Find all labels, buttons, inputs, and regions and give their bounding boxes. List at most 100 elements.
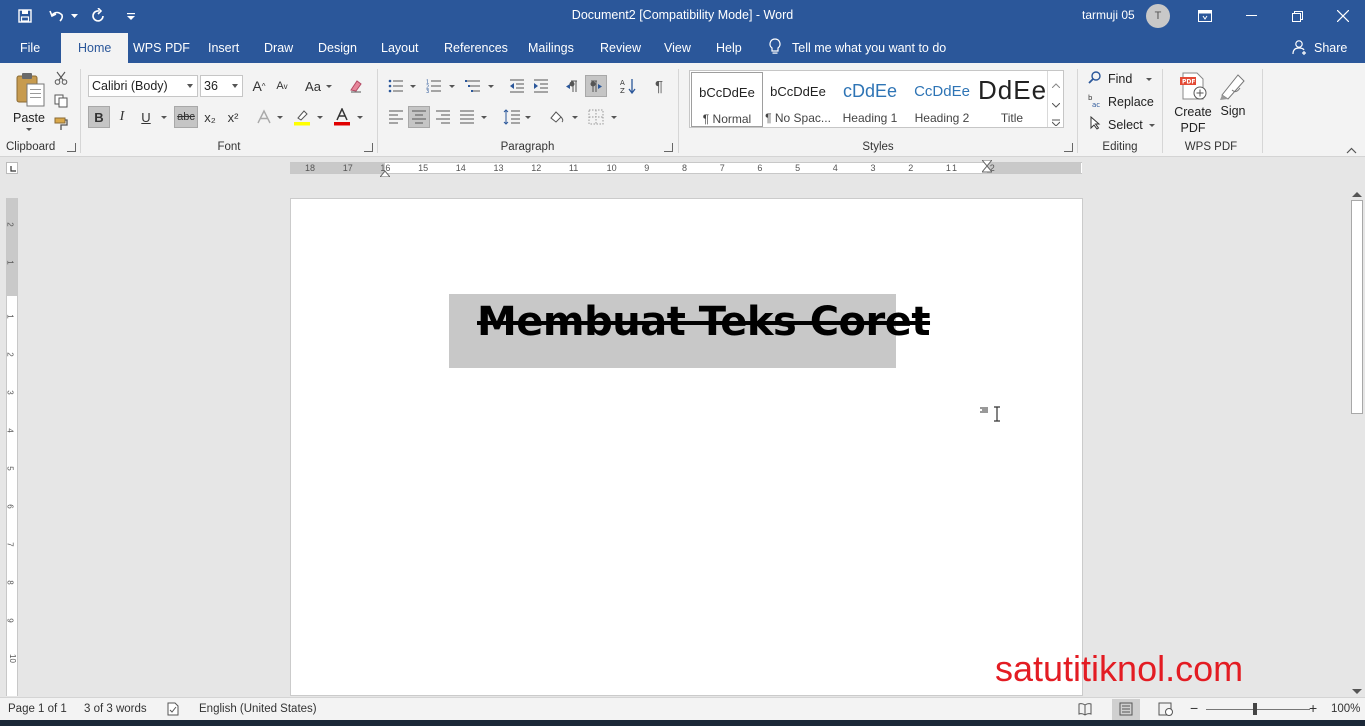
clear-formatting-icon[interactable] <box>345 75 367 97</box>
align-left-icon[interactable] <box>385 106 407 128</box>
scroll-up-icon[interactable] <box>1352 186 1362 200</box>
shading-dropdown-icon[interactable] <box>572 116 578 119</box>
decrease-indent-icon[interactable] <box>506 75 528 97</box>
font-family-select[interactable]: Calibri (Body) <box>88 75 198 97</box>
zoom-slider[interactable] <box>1206 709 1310 710</box>
multilevel-dropdown-icon[interactable] <box>488 85 494 88</box>
clipboard-launcher-icon[interactable] <box>67 143 76 152</box>
shrink-font-button[interactable]: Av <box>271 75 293 97</box>
ltr-direction-icon[interactable] <box>561 75 583 97</box>
scroll-down-icon[interactable] <box>1352 684 1362 698</box>
find-button[interactable]: Find <box>1088 70 1153 87</box>
tab-draw[interactable]: Draw <box>253 33 304 63</box>
style-normal[interactable]: bCcDdEe ¶ Normal <box>691 72 763 127</box>
text-effects-dropdown-icon[interactable] <box>277 116 283 119</box>
multilevel-list-icon[interactable] <box>462 75 484 97</box>
justify-icon[interactable] <box>456 106 478 128</box>
sort-icon[interactable]: AZ <box>617 75 639 97</box>
right-indent-marker[interactable] <box>980 159 994 179</box>
tab-help[interactable]: Help <box>705 33 753 63</box>
tab-wps-pdf[interactable]: WPS PDF <box>122 33 201 63</box>
document-page[interactable] <box>290 198 1083 696</box>
customize-qat-icon[interactable] <box>120 6 142 26</box>
paste-button[interactable]: Paste <box>10 69 50 131</box>
style-title[interactable]: DdEe Title <box>978 72 1046 127</box>
underline-button[interactable]: U <box>135 106 157 128</box>
paste-dropdown-icon[interactable] <box>26 128 32 131</box>
numbering-icon[interactable]: 123 <box>423 75 445 97</box>
language[interactable]: English (United States) <box>199 703 317 715</box>
line-spacing-dropdown-icon[interactable] <box>525 116 531 119</box>
tab-design[interactable]: Design <box>307 33 368 63</box>
styles-launcher-icon[interactable] <box>1064 143 1073 152</box>
tab-selector[interactable] <box>6 162 18 174</box>
tab-layout[interactable]: Layout <box>370 33 430 63</box>
align-center-icon[interactable] <box>408 106 430 128</box>
copy-icon[interactable] <box>50 90 72 112</box>
highlight-icon[interactable] <box>291 106 313 128</box>
tab-review[interactable]: Review <box>589 33 652 63</box>
tab-mailings[interactable]: Mailings <box>517 33 585 63</box>
proofing-icon[interactable] <box>166 702 180 719</box>
line-spacing-icon[interactable] <box>501 106 523 128</box>
font-size-select[interactable]: 36 <box>200 75 243 97</box>
styles-scroll-up-icon[interactable] <box>1051 77 1061 91</box>
zoom-slider-thumb[interactable] <box>1253 703 1257 715</box>
style-heading-2[interactable]: CcDdEe Heading 2 <box>906 72 978 127</box>
scrollbar-thumb[interactable] <box>1351 200 1363 414</box>
font-color-icon[interactable] <box>331 106 353 128</box>
zoom-level[interactable]: 100% <box>1331 703 1360 715</box>
sign-button[interactable]: Sign <box>1217 69 1249 119</box>
shading-icon[interactable] <box>546 106 568 128</box>
font-color-dropdown-icon[interactable] <box>357 116 363 119</box>
numbering-dropdown-icon[interactable] <box>449 85 455 88</box>
tab-file[interactable]: File <box>9 33 51 63</box>
read-mode-icon[interactable] <box>1078 702 1092 719</box>
change-case-button[interactable]: Aa <box>300 75 326 97</box>
format-painter-icon[interactable] <box>50 113 72 135</box>
bullets-icon[interactable] <box>385 75 407 97</box>
borders-icon[interactable] <box>585 106 607 128</box>
underline-dropdown-icon[interactable] <box>161 116 167 119</box>
undo-icon[interactable] <box>46 6 68 26</box>
paragraph-launcher-icon[interactable] <box>664 143 673 152</box>
tab-references[interactable]: References <box>433 33 519 63</box>
word-count[interactable]: 3 of 3 words <box>84 703 147 715</box>
superscript-button[interactable]: x² <box>222 106 244 128</box>
justify-dropdown-icon[interactable] <box>481 116 487 119</box>
cut-icon[interactable] <box>50 67 72 89</box>
vertical-scrollbar[interactable] <box>1349 182 1365 696</box>
create-pdf-button[interactable]: PDF Create PDF <box>1171 69 1215 135</box>
style-heading-1[interactable]: cDdEe Heading 1 <box>834 72 906 127</box>
undo-dropdown-icon[interactable] <box>70 6 78 26</box>
select-button[interactable]: Select <box>1088 115 1155 133</box>
collapse-ribbon-icon[interactable] <box>1346 143 1357 157</box>
highlight-dropdown-icon[interactable] <box>317 116 323 119</box>
left-indent-marker[interactable] <box>378 166 392 180</box>
tab-home[interactable]: Home <box>61 33 129 64</box>
vertical-ruler[interactable]: 2 1 1 2 3 4 5 6 7 8 9 10 <box>6 198 18 696</box>
align-right-icon[interactable] <box>432 106 454 128</box>
selected-heading-text[interactable]: Membuat Teks Coret <box>449 294 931 368</box>
style-no-spacing[interactable]: bCcDdEe ¶ No Spac... <box>762 72 834 127</box>
styles-more-icon[interactable] <box>1051 115 1061 129</box>
bold-button[interactable]: B <box>88 106 110 128</box>
print-layout-button[interactable] <box>1112 699 1140 720</box>
styles-scroll-down-icon[interactable] <box>1051 97 1061 111</box>
user-name[interactable]: tarmuji 05 <box>1082 8 1135 22</box>
borders-dropdown-icon[interactable] <box>611 116 617 119</box>
tell-me-box[interactable]: Tell me what you want to do <box>768 33 946 63</box>
replace-button[interactable]: b ac Replace <box>1088 93 1154 110</box>
save-icon[interactable] <box>14 6 36 26</box>
grow-font-button[interactable]: A ^ <box>248 75 270 97</box>
ribbon-display-options-icon[interactable] <box>1182 0 1228 32</box>
web-layout-icon[interactable] <box>1158 702 1174 719</box>
tab-view[interactable]: View <box>653 33 702 63</box>
italic-button[interactable]: I <box>111 106 133 128</box>
close-icon[interactable] <box>1320 0 1365 32</box>
bullets-dropdown-icon[interactable] <box>410 85 416 88</box>
tab-insert[interactable]: Insert <box>197 33 250 63</box>
zoom-in-icon[interactable]: + <box>1309 700 1317 716</box>
subscript-button[interactable]: x₂ <box>199 106 221 128</box>
show-formatting-marks-icon[interactable]: ¶ <box>648 75 670 97</box>
